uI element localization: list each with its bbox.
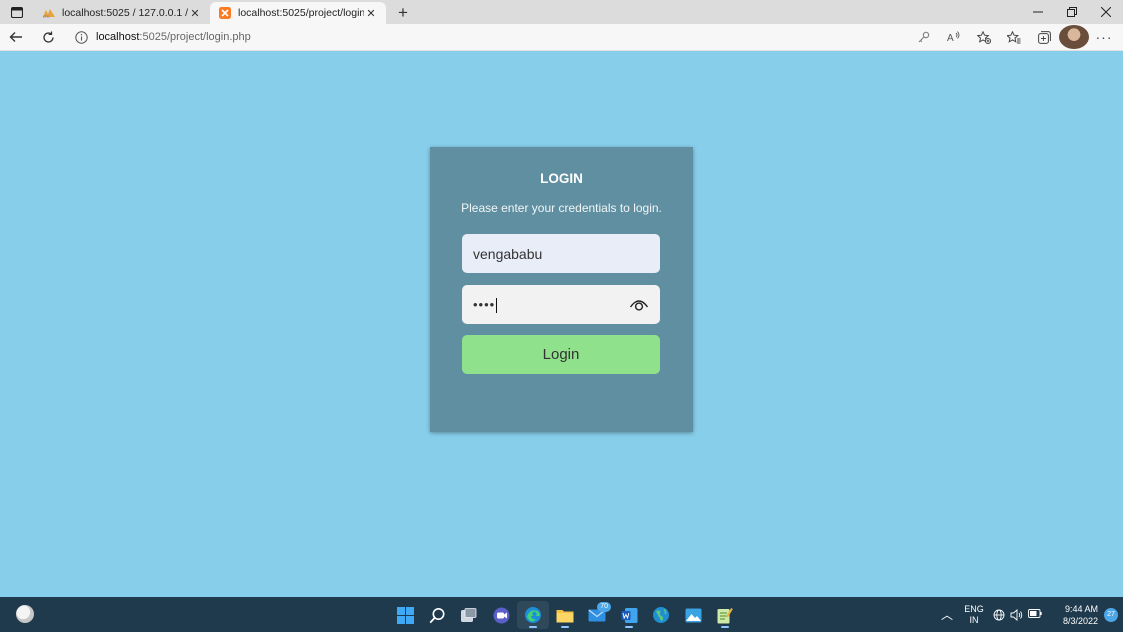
- profile-avatar[interactable]: [1059, 25, 1089, 49]
- edge-app[interactable]: [517, 601, 549, 629]
- plus-icon: +: [398, 3, 408, 22]
- login-title: LOGIN: [540, 171, 583, 186]
- folder-icon: [556, 609, 574, 622]
- word-icon: [621, 607, 637, 623]
- svg-text:php: php: [43, 14, 50, 19]
- password-value: ••••: [473, 297, 498, 313]
- taskbar-apps: 70: [389, 601, 741, 629]
- info-icon[interactable]: [74, 30, 88, 44]
- weather-icon[interactable]: [16, 605, 34, 623]
- clock-time: 9:44 AM: [1064, 603, 1098, 614]
- close-tab-icon[interactable]: ✕: [364, 7, 378, 20]
- search-icon: [429, 607, 444, 623]
- tray-icons[interactable]: [990, 608, 1044, 621]
- notification-badge[interactable]: 27: [1104, 607, 1118, 622]
- photo-icon: [685, 608, 701, 622]
- minimize-icon: [1033, 11, 1043, 13]
- restore-button[interactable]: [1055, 0, 1089, 24]
- photos-app[interactable]: [677, 601, 709, 629]
- tab-title: localhost:5025/project/login.php: [238, 7, 364, 19]
- close-tab-icon[interactable]: ✕: [188, 7, 202, 20]
- notepad-app[interactable]: [709, 601, 741, 629]
- collections-icon[interactable]: [1029, 25, 1059, 49]
- start-button[interactable]: [389, 601, 421, 629]
- add-favorite-icon[interactable]: [969, 25, 999, 49]
- task-view-button[interactable]: [453, 601, 485, 629]
- avatar: [1059, 25, 1089, 49]
- battery-icon: [1027, 608, 1042, 618]
- clock-date: 8/3/2022: [1062, 615, 1098, 626]
- restore-icon: [1067, 7, 1077, 17]
- read-aloud-icon[interactable]: A: [939, 25, 969, 49]
- edge-icon: [525, 607, 541, 623]
- tab-title: localhost:5025 / 127.0.0.1 / vrjsm: [62, 7, 188, 19]
- tab-strip: php localhost:5025 / 127.0.0.1 / vrjsm ✕…: [0, 0, 1123, 24]
- taskbar: 70 ︿ ENG IN 9:44 AM 8/3/2022 27: [0, 597, 1123, 632]
- mail-app[interactable]: 70: [581, 601, 613, 629]
- address-bar[interactable]: localhost:5025/project/login.php: [74, 26, 909, 48]
- refresh-icon: [42, 31, 54, 43]
- search-button[interactable]: [421, 601, 453, 629]
- more-options-icon[interactable]: ···: [1089, 25, 1119, 49]
- login-card: LOGIN Please enter your credentials to l…: [430, 147, 693, 432]
- tab-login-page[interactable]: localhost:5025/project/login.php ✕: [210, 2, 386, 24]
- password-input[interactable]: ••••: [462, 285, 660, 324]
- favorites-icon[interactable]: [999, 25, 1029, 49]
- windows-logo-icon: [396, 606, 414, 624]
- file-explorer-app[interactable]: [549, 601, 581, 629]
- network-icon: [993, 609, 1004, 620]
- phpmyadmin-icon: php: [42, 7, 56, 19]
- xampp-icon: [218, 7, 232, 19]
- close-window-button[interactable]: [1089, 0, 1123, 24]
- show-password-icon[interactable]: [629, 298, 649, 312]
- tab-actions-icon: [11, 6, 23, 18]
- language-label: ENG: [964, 603, 984, 614]
- teams-chat-button[interactable]: [485, 601, 517, 629]
- key-icon[interactable]: [909, 25, 939, 49]
- back-button[interactable]: [0, 24, 32, 51]
- volume-icon: [1010, 608, 1022, 621]
- minimize-button[interactable]: [1021, 0, 1055, 24]
- text-caret: [496, 297, 498, 313]
- clock[interactable]: 9:44 AM 8/3/2022: [1044, 603, 1098, 627]
- window-controls: [1021, 0, 1123, 24]
- login-subtitle: Please enter your credentials to login.: [461, 201, 662, 215]
- system-tray: ︿ ENG IN 9:44 AM 8/3/2022 27: [936, 597, 1123, 632]
- url-host: localhost: [96, 31, 140, 43]
- browser-globe-app[interactable]: [645, 601, 677, 629]
- page-viewport: LOGIN Please enter your credentials to l…: [0, 52, 1123, 597]
- new-tab-button[interactable]: +: [390, 2, 416, 24]
- language-indicator[interactable]: ENG IN: [958, 604, 990, 626]
- teams-icon: [493, 607, 509, 623]
- toolbar-icons: A ···: [909, 25, 1119, 49]
- globe-icon: [653, 607, 669, 623]
- refresh-button[interactable]: [32, 24, 64, 51]
- login-button[interactable]: Login: [462, 335, 660, 374]
- svg-text:A: A: [947, 33, 954, 43]
- region-label: IN: [969, 614, 979, 625]
- browser-toolbar: localhost:5025/project/login.php A ···: [0, 24, 1123, 51]
- chevron-up-icon[interactable]: ︿: [936, 606, 958, 623]
- url-path: :5025/project/login.php: [139, 31, 251, 43]
- notepad-icon: [717, 607, 733, 623]
- word-app[interactable]: [613, 601, 645, 629]
- tab-actions-button[interactable]: [0, 0, 34, 24]
- username-input[interactable]: vengababu: [462, 234, 660, 273]
- close-icon: [1101, 7, 1111, 17]
- mail-badge: 70: [597, 602, 611, 612]
- back-arrow-icon: [9, 32, 22, 42]
- username-value: vengababu: [473, 245, 543, 262]
- task-view-icon: [461, 608, 477, 622]
- tab-phpmyadmin[interactable]: php localhost:5025 / 127.0.0.1 / vrjsm ✕: [34, 2, 210, 24]
